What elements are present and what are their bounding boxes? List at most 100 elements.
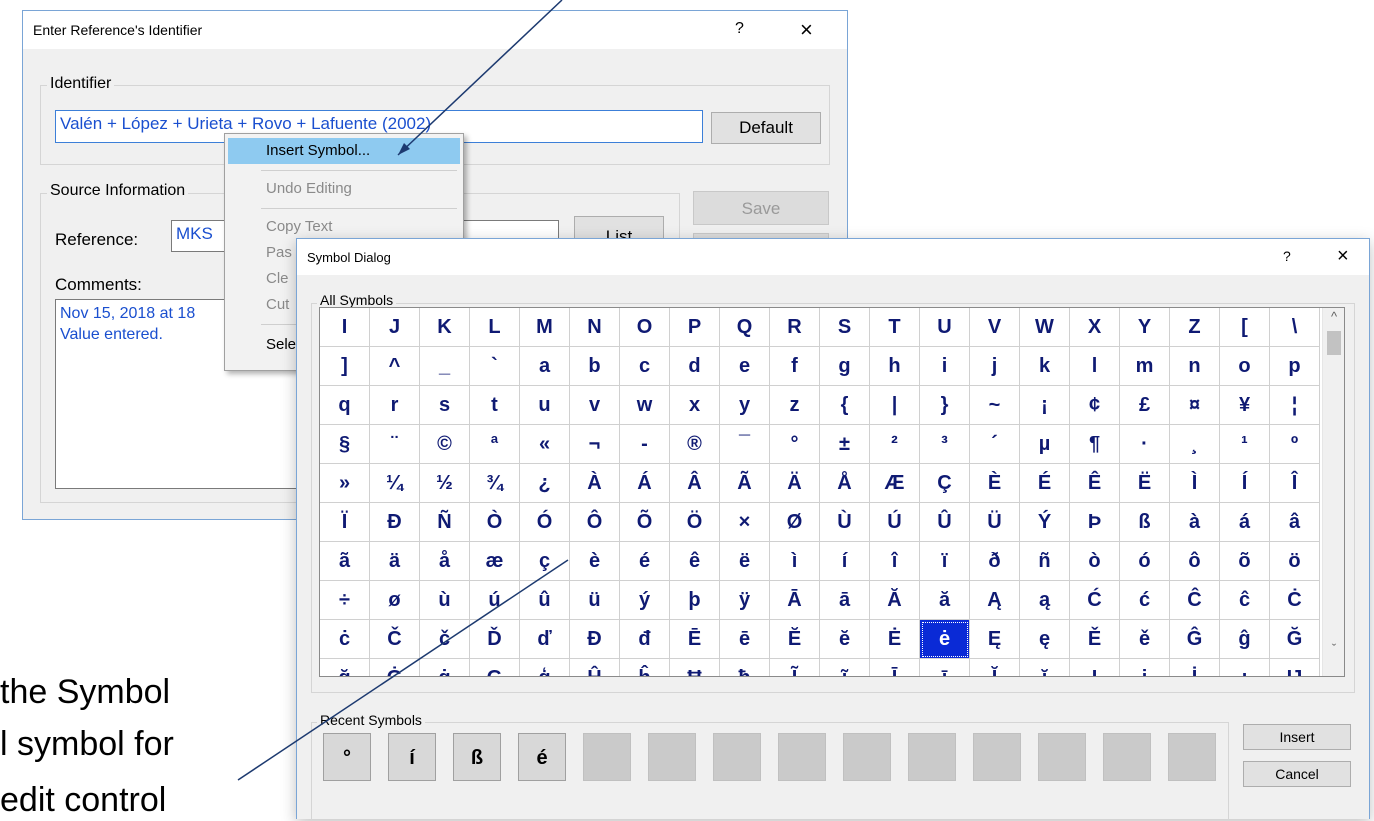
- symbol-cell[interactable]: Ä: [770, 464, 820, 503]
- symbol-cell[interactable]: ñ: [1020, 542, 1070, 581]
- symbol-cell[interactable]: É: [1020, 464, 1070, 503]
- symbol-cell[interactable]: á: [1220, 503, 1270, 542]
- symbol-cell[interactable]: m: [1120, 347, 1170, 386]
- recent-symbol-slot[interactable]: [843, 733, 891, 781]
- recent-symbol-slot[interactable]: í: [388, 733, 436, 781]
- recent-symbol-slot[interactable]: [908, 733, 956, 781]
- symbol-cell[interactable]: ó: [1120, 542, 1170, 581]
- symbol-cell[interactable]: X: [1070, 308, 1120, 347]
- symbol-cell[interactable]: ç: [520, 542, 570, 581]
- symbol-cell[interactable]: |: [870, 386, 920, 425]
- symbol-cell[interactable]: ©: [420, 425, 470, 464]
- symbol-cell[interactable]: ö: [1270, 542, 1320, 581]
- symbol-cell[interactable]: ¦: [1270, 386, 1320, 425]
- symbol-cell[interactable]: Ē: [670, 620, 720, 659]
- symbol-cell[interactable]: «: [520, 425, 570, 464]
- symbol-cell[interactable]: ı: [1220, 659, 1270, 676]
- symbol-cell[interactable]: è: [570, 542, 620, 581]
- symbol-cell[interactable]: N: [570, 308, 620, 347]
- symbol-cell[interactable]: Ð: [370, 503, 420, 542]
- symbol-cell[interactable]: T: [870, 308, 920, 347]
- symbol-cell[interactable]: x: [670, 386, 720, 425]
- symbol-cell[interactable]: Č: [370, 620, 420, 659]
- symbol-cell[interactable]: w: [620, 386, 670, 425]
- symbol-cell[interactable]: Ĕ: [770, 620, 820, 659]
- symbol-cell[interactable]: Û: [920, 503, 970, 542]
- symbol-cell[interactable]: Q: [720, 308, 770, 347]
- symbol-cell[interactable]: Ĭ: [970, 659, 1020, 676]
- symbol-cell[interactable]: Ğ: [1270, 620, 1320, 659]
- symbol-cell[interactable]: ò: [1070, 542, 1120, 581]
- symbol-cell[interactable]: ď: [520, 620, 570, 659]
- symbol-cell[interactable]: ą: [1020, 581, 1070, 620]
- symbol-cell[interactable]: ý: [620, 581, 670, 620]
- symbol-cell[interactable]: ô: [1170, 542, 1220, 581]
- symbol-cell[interactable]: û: [520, 581, 570, 620]
- symbol-cell[interactable]: ß: [1120, 503, 1170, 542]
- symbol-cell[interactable]: å: [420, 542, 470, 581]
- symbol-cell[interactable]: ć: [1120, 581, 1170, 620]
- symbol-cell[interactable]: Ā: [770, 581, 820, 620]
- symbol-cell[interactable]: c: [620, 347, 670, 386]
- symbol-cell[interactable]: v: [570, 386, 620, 425]
- symbol-cell[interactable]: ê: [670, 542, 720, 581]
- symbol-cell[interactable]: z: [770, 386, 820, 425]
- symbol-cell[interactable]: ė: [920, 620, 970, 659]
- symbol-cell[interactable]: Ę: [970, 620, 1020, 659]
- symbol-cell[interactable]: ²: [870, 425, 920, 464]
- symbol-cell[interactable]: K: [420, 308, 470, 347]
- menu-item-insert-symbol[interactable]: Insert Symbol...: [228, 138, 460, 164]
- symbol-cell[interactable]: Ô: [570, 503, 620, 542]
- default-button[interactable]: Default: [711, 112, 821, 144]
- symbol-cell[interactable]: Ö: [670, 503, 720, 542]
- symbol-cell[interactable]: e: [720, 347, 770, 386]
- symbol-cell[interactable]: ´: [970, 425, 1020, 464]
- symbol-cell[interactable]: Z: [1170, 308, 1220, 347]
- symbol-cell[interactable]: Ć: [1070, 581, 1120, 620]
- symbol-cell[interactable]: »: [320, 464, 370, 503]
- symbol-cell[interactable]: g: [820, 347, 870, 386]
- symbol-cell[interactable]: O: [620, 308, 670, 347]
- symbol-cell[interactable]: ~: [970, 386, 1020, 425]
- symbol-cell[interactable]: ĩ: [820, 659, 870, 676]
- symbol-cell[interactable]: º: [1270, 425, 1320, 464]
- symbol-cell[interactable]: à: [1170, 503, 1220, 542]
- close-button[interactable]: ×: [800, 17, 813, 43]
- symbol-cell[interactable]: Ì: [1170, 464, 1220, 503]
- recent-symbol-slot[interactable]: °: [323, 733, 371, 781]
- menu-item-copy-text[interactable]: Copy Text: [228, 214, 460, 240]
- symbol-cell[interactable]: ġ: [420, 659, 470, 676]
- symbol-cell[interactable]: æ: [470, 542, 520, 581]
- symbol-cell[interactable]: W: [1020, 308, 1070, 347]
- symbol-cell[interactable]: ħ: [720, 659, 770, 676]
- symbol-cell[interactable]: Ĳ: [1270, 659, 1320, 676]
- symbol-cell[interactable]: ĉ: [1220, 581, 1270, 620]
- symbol-cell[interactable]: i: [920, 347, 970, 386]
- recent-symbol-slot[interactable]: [778, 733, 826, 781]
- symbol-cell[interactable]: k: [1020, 347, 1070, 386]
- recent-symbol-slot[interactable]: é: [518, 733, 566, 781]
- symbol-cell[interactable]: y: [720, 386, 770, 425]
- symbol-cell[interactable]: È: [970, 464, 1020, 503]
- symbol-cell[interactable]: ®: [670, 425, 720, 464]
- symbol-cell[interactable]: ĝ: [1220, 620, 1270, 659]
- symbol-cell[interactable]: ¹: [1220, 425, 1270, 464]
- symbol-cell[interactable]: Ú: [870, 503, 920, 542]
- symbol-cell[interactable]: Y: [1120, 308, 1170, 347]
- symbol-cell[interactable]: ï: [920, 542, 970, 581]
- symbol-cell[interactable]: d: [670, 347, 720, 386]
- symbol-cell[interactable]: đ: [620, 620, 670, 659]
- symbol-cell[interactable]: Ò: [470, 503, 520, 542]
- symbol-cell[interactable]: Ą: [970, 581, 1020, 620]
- symbol-cell[interactable]: U: [920, 308, 970, 347]
- symbol-cell[interactable]: j: [970, 347, 1020, 386]
- symbol-cell[interactable]: a: [520, 347, 570, 386]
- scroll-up-icon[interactable]: ^: [1323, 308, 1344, 326]
- symbol-cell[interactable]: h: [870, 347, 920, 386]
- symbol-cell[interactable]: ī: [920, 659, 970, 676]
- symbol-cell[interactable]: ³: [920, 425, 970, 464]
- symbol-cell[interactable]: R: [770, 308, 820, 347]
- symbol-cell[interactable]: ğ: [320, 659, 370, 676]
- symbol-cell[interactable]: ă: [920, 581, 970, 620]
- symbol-cell[interactable]: S: [820, 308, 870, 347]
